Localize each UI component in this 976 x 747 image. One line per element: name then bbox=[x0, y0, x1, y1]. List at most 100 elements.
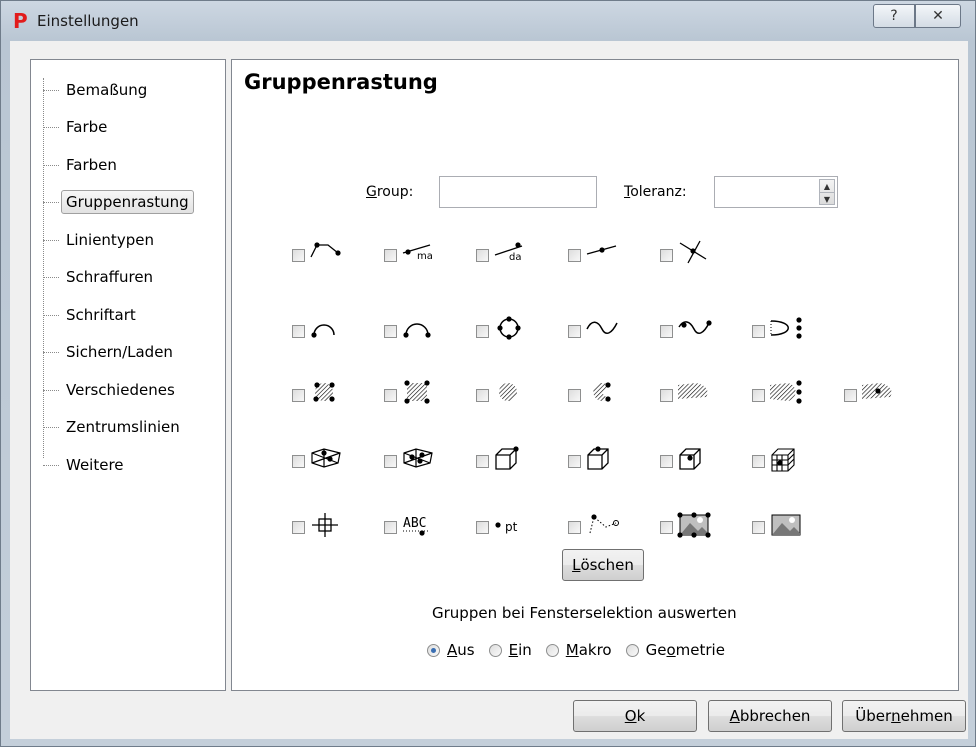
checkbox-hatch-circle[interactable] bbox=[476, 388, 489, 402]
checkbox-cube-center[interactable] bbox=[660, 454, 673, 468]
radio-button-icon[interactable] bbox=[488, 643, 502, 657]
checkbox-hatch-blob-center[interactable] bbox=[844, 388, 857, 402]
snap-option-image[interactable] bbox=[752, 512, 822, 542]
close-icon: ✕ bbox=[932, 8, 944, 24]
snap-option-line-da[interactable]: da bbox=[476, 240, 546, 270]
apply-button[interactable]: Über n ehmen bbox=[842, 700, 966, 732]
snap-option-cube-center[interactable] bbox=[660, 446, 730, 476]
snap-option-hatch-circle[interactable] bbox=[476, 380, 546, 410]
tree-item-linientypen[interactable]: Linientypen bbox=[43, 226, 159, 254]
snap-option-parabola-points[interactable] bbox=[752, 316, 822, 346]
snap-option-line-midpoint[interactable] bbox=[568, 240, 638, 270]
radio-button-icon[interactable] bbox=[427, 643, 440, 657]
snap-option-arc[interactable] bbox=[292, 316, 362, 346]
radio-button-icon[interactable] bbox=[545, 643, 559, 657]
spline-icon bbox=[581, 315, 620, 347]
checkbox-text-abc[interactable] bbox=[384, 520, 397, 534]
surface-grid-icon bbox=[397, 445, 436, 477]
ok-button[interactable]: Ok bbox=[573, 700, 697, 732]
tree-item-schriftart[interactable]: Schriftart bbox=[43, 301, 141, 329]
snap-option-circle-quadrants[interactable] bbox=[476, 316, 546, 346]
radio-button-icon[interactable] bbox=[625, 643, 639, 657]
radio-ein[interactable]: Ein bbox=[488, 641, 532, 659]
radio-geometrie[interactable]: Geometrie bbox=[625, 641, 725, 659]
tree-item-farbe[interactable]: Farbe bbox=[43, 113, 112, 141]
tolerance-spinner[interactable]: ▲ ▼ bbox=[819, 179, 835, 205]
snap-option-intersection[interactable] bbox=[660, 240, 730, 270]
snap-option-hatch-blob-center[interactable] bbox=[844, 380, 914, 410]
snap-option-spline[interactable] bbox=[568, 316, 638, 346]
checkbox-hatch-blob[interactable] bbox=[660, 388, 673, 402]
checkbox-polyline-dotted[interactable] bbox=[568, 520, 581, 534]
checkbox-cube-point[interactable] bbox=[568, 454, 581, 468]
checkbox-parabola-points[interactable] bbox=[752, 324, 765, 338]
close-button[interactable]: ✕ bbox=[915, 4, 961, 28]
checkbox-line-ma[interactable] bbox=[384, 248, 397, 262]
tree-item-farben[interactable]: Farben bbox=[43, 151, 122, 179]
cube-point-icon bbox=[581, 445, 620, 477]
delete-button[interactable]: Löschen bbox=[562, 549, 644, 581]
checkbox-crosshair[interactable] bbox=[292, 520, 305, 534]
snap-option-cube-corner[interactable] bbox=[476, 446, 546, 476]
snap-option-text-abc[interactable]: ABC bbox=[384, 512, 454, 542]
category-tree[interactable]: Bemaßung Farbe Farben Gruppenrastung Lin… bbox=[30, 59, 226, 691]
help-button[interactable]: ? bbox=[873, 4, 915, 28]
tree-item-label: Sichern/Laden bbox=[66, 343, 173, 361]
snap-option-line-ma[interactable]: ma bbox=[384, 240, 454, 270]
checkbox-image[interactable] bbox=[752, 520, 765, 534]
snap-option-cube-grid[interactable] bbox=[752, 446, 822, 476]
snap-option-crosshair[interactable] bbox=[292, 512, 362, 542]
tolerance-spinbox[interactable]: ▲ ▼ bbox=[714, 176, 838, 208]
checkbox-hatch-blob-points[interactable] bbox=[752, 388, 765, 402]
checkbox-intersection[interactable] bbox=[660, 248, 673, 262]
spin-up-icon[interactable]: ▲ bbox=[820, 180, 834, 193]
snap-option-polyline-dotted[interactable] bbox=[568, 512, 638, 542]
checkbox-point-pt[interactable] bbox=[476, 520, 489, 534]
checkbox-line-endpoints[interactable] bbox=[292, 248, 305, 262]
snap-option-hatch-blob-points[interactable] bbox=[752, 380, 822, 410]
checkbox-hatch-c-points[interactable] bbox=[568, 388, 581, 402]
tree-item-zentrumslinien[interactable]: Zentrumslinien bbox=[43, 413, 185, 441]
checkbox-hatch-rect-points[interactable] bbox=[384, 388, 397, 402]
snap-option-point-pt[interactable]: pt bbox=[476, 512, 546, 542]
checkbox-cube-grid[interactable] bbox=[752, 454, 765, 468]
snap-option-surface-points[interactable] bbox=[292, 446, 362, 476]
checkbox-line-midpoint[interactable] bbox=[568, 248, 581, 262]
tree-item-verschiedenes[interactable]: Verschiedenes bbox=[43, 376, 180, 404]
checkbox-line-da[interactable] bbox=[476, 248, 489, 262]
tree-item-gruppenrastung[interactable]: Gruppenrastung bbox=[43, 188, 194, 216]
snap-option-hatch-c-points[interactable] bbox=[568, 380, 638, 410]
spin-down-icon[interactable]: ▼ bbox=[820, 193, 834, 205]
checkbox-arc-endpoints[interactable] bbox=[384, 324, 397, 338]
cancel-button[interactable]: Abbrechen bbox=[708, 700, 832, 732]
checkbox-spline[interactable] bbox=[568, 324, 581, 338]
snap-option-cube-point[interactable] bbox=[568, 446, 638, 476]
checkbox-arc[interactable] bbox=[292, 324, 305, 338]
radio-aus[interactable]: Aus bbox=[427, 641, 475, 659]
snap-option-hatch-blob[interactable] bbox=[660, 380, 730, 410]
tree-item-label: Verschiedenes bbox=[66, 381, 175, 399]
tree-item-sichern-laden[interactable]: Sichern/Laden bbox=[43, 338, 178, 366]
tree-item-bemassung[interactable]: Bemaßung bbox=[43, 76, 152, 104]
snap-option-spline-points[interactable] bbox=[660, 316, 730, 346]
tree-item-schraffuren[interactable]: Schraffuren bbox=[43, 263, 158, 291]
checkbox-surface-grid[interactable] bbox=[384, 454, 397, 468]
snap-option-hatch-circle-points[interactable] bbox=[292, 380, 362, 410]
arc-icon bbox=[305, 315, 344, 347]
snap-option-arc-endpoints[interactable] bbox=[384, 316, 454, 346]
checkbox-cube-corner[interactable] bbox=[476, 454, 489, 468]
snap-option-surface-grid[interactable] bbox=[384, 446, 454, 476]
app-logo-icon: P bbox=[13, 9, 28, 33]
checkbox-image-corners[interactable] bbox=[660, 520, 673, 534]
group-input[interactable] bbox=[439, 176, 597, 208]
snap-option-hatch-rect-points[interactable] bbox=[384, 380, 454, 410]
title-bar[interactable]: P Einstellungen ? ✕ bbox=[1, 1, 975, 41]
checkbox-spline-points[interactable] bbox=[660, 324, 673, 338]
checkbox-circle-quadrants[interactable] bbox=[476, 324, 489, 338]
radio-makro[interactable]: Makro bbox=[545, 641, 612, 659]
snap-option-line-endpoints[interactable] bbox=[292, 240, 362, 270]
snap-option-image-corners[interactable] bbox=[660, 512, 730, 542]
checkbox-surface-points[interactable] bbox=[292, 454, 305, 468]
checkbox-hatch-circle-points[interactable] bbox=[292, 388, 305, 402]
tree-item-weitere[interactable]: Weitere bbox=[43, 451, 129, 479]
